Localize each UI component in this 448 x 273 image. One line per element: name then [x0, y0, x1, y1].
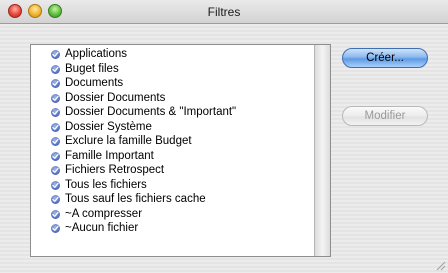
checkmark-icon	[51, 209, 60, 219]
filter-list-item[interactable]: Buget files	[31, 62, 311, 77]
checkmark-icon	[51, 166, 60, 175]
modify-button[interactable]: Modifier	[342, 106, 428, 126]
list-scrollbar[interactable]	[314, 45, 330, 256]
filter-list-item[interactable]: Famille Important	[31, 149, 311, 164]
filter-list-item[interactable]: Dossier Système	[31, 120, 311, 135]
checkmark-icon	[51, 122, 60, 132]
filter-list-item[interactable]: Dossier Documents & "Important"	[31, 105, 311, 120]
filter-item-label: ~A compresser	[65, 207, 143, 220]
checkmark-icon	[51, 93, 60, 103]
title-bar: Filtres	[0, 0, 448, 24]
checkmark-icon	[51, 195, 60, 204]
checkmark-icon	[51, 180, 60, 190]
checkmark-icon	[51, 79, 60, 88]
filter-item-label: Buget files	[65, 62, 119, 75]
filter-item-label: Dossier Documents & "Important"	[65, 106, 237, 118]
filter-list-item[interactable]: Tous les fichiers	[31, 178, 311, 193]
filter-item-label: Documents	[65, 77, 124, 89]
filter-list-item[interactable]: Documents	[31, 76, 311, 91]
checkmark-icon	[51, 151, 60, 161]
checkmark-icon	[51, 50, 60, 59]
filter-list-items: Applications Buget files Documents Dossier …	[31, 47, 311, 236]
resize-grip-icon[interactable]	[434, 259, 446, 271]
create-button[interactable]: Créer...	[342, 48, 428, 68]
checkmark-icon	[51, 137, 60, 146]
filter-list[interactable]: Applications Buget files Documents Dossier …	[30, 44, 331, 257]
filter-item-label: ~Aucun fichier	[65, 222, 139, 234]
filter-item-label: Exclure la famille Budget	[65, 135, 192, 147]
checkmark-icon	[51, 64, 60, 74]
filter-list-item[interactable]: Exclure la famille Budget	[31, 134, 311, 149]
window-title: Filtres	[207, 5, 241, 19]
filter-list-item[interactable]: ~A compresser	[31, 207, 311, 222]
filter-list-item[interactable]: Dossier Documents	[31, 91, 311, 106]
filter-item-label: Applications	[65, 48, 128, 60]
filter-item-label: Tous les fichiers	[65, 178, 147, 191]
checkmark-icon	[51, 224, 60, 233]
filter-list-item[interactable]: Applications	[31, 47, 311, 62]
filters-window: Filtres Applications Buget files Documents…	[0, 0, 448, 273]
filter-item-label: Dossier Système	[65, 120, 152, 133]
checkmark-icon	[51, 108, 60, 117]
filter-item-label: Fichiers Retrospect	[65, 164, 165, 176]
filter-item-label: Famille Important	[65, 149, 154, 162]
filter-item-label: Dossier Documents	[65, 91, 166, 104]
filter-list-item[interactable]: Fichiers Retrospect	[31, 163, 311, 178]
filter-list-item[interactable]: ~Aucun fichier	[31, 221, 311, 236]
filter-item-label: Tous sauf les fichiers cache	[65, 193, 206, 205]
filter-list-item[interactable]: Tous sauf les fichiers cache	[31, 192, 311, 207]
